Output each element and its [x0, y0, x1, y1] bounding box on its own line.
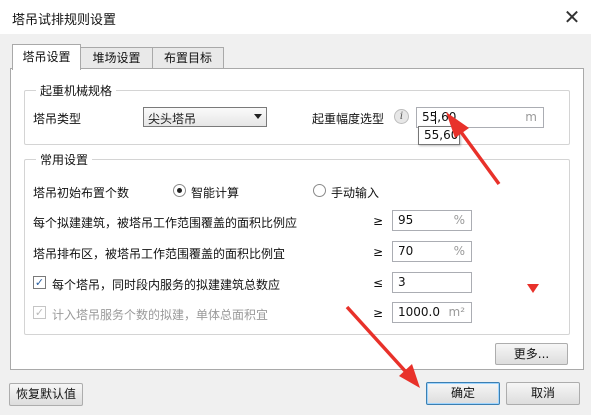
crane-type-select[interactable]: 尖头塔吊 — [143, 107, 267, 127]
unit-area-input[interactable]: 1000.0 m² — [392, 302, 472, 323]
area-coverage-unit: % — [453, 244, 465, 258]
serve-count-op: ≤ — [373, 276, 384, 290]
radio-manual-input-label[interactable]: 手动输入 — [331, 184, 379, 201]
area-coverage-input[interactable]: 70 % — [392, 241, 472, 262]
serve-count-value: 3 — [398, 275, 406, 289]
crane-type-label: 塔吊类型 — [33, 112, 82, 126]
range-value: 55,60 — [422, 110, 457, 124]
building-coverage-input[interactable]: 95 % — [392, 210, 472, 231]
tab-tower-crane-settings[interactable]: 塔吊设置 — [12, 44, 81, 70]
cancel-button[interactable]: 取消 — [506, 382, 580, 405]
building-coverage-label: 每个拟建建筑，被塔吊工作范围覆盖的面积比例应 — [33, 216, 298, 230]
serve-count-input[interactable]: 3 — [392, 272, 472, 293]
area-coverage-value: 70 — [398, 244, 414, 258]
text-cursor — [435, 111, 436, 124]
unit-area-value: 1000.0 — [398, 305, 440, 319]
radio-smart-calc-label[interactable]: 智能计算 — [191, 184, 239, 201]
crane-type-value: 尖头塔吊 — [148, 112, 197, 126]
common-settings-legend: 常用设置 — [36, 151, 93, 168]
range-unit: m — [525, 110, 537, 124]
area-coverage-label: 塔吊排布区，被塔吊工作范围覆盖的面积比例宜 — [33, 247, 286, 261]
unit-area-label: 计入塔吊服务个数的拟建，单体总面积宜 — [52, 308, 269, 322]
window-title: 塔吊试排规则设置 — [12, 13, 117, 28]
crane-spec-legend: 起重机械规格 — [36, 82, 117, 99]
range-label: 起重幅度选型 — [312, 112, 385, 126]
tab-layout-target[interactable]: 布置目标 — [152, 47, 224, 69]
ok-button[interactable]: 确定 — [426, 382, 500, 405]
radio-smart-calc[interactable] — [173, 184, 186, 197]
initial-count-label: 塔吊初始布置个数 — [33, 186, 130, 200]
close-icon[interactable]: ✕ — [561, 6, 583, 28]
unit-area-op: ≥ — [373, 306, 384, 320]
building-coverage-unit: % — [453, 213, 465, 227]
unit-area-checkbox[interactable]: ✓ — [33, 306, 46, 319]
range-suggestion-dropdown[interactable]: 55,60 — [418, 126, 460, 145]
chevron-down-icon — [254, 114, 262, 119]
restore-defaults-button[interactable]: 恢复默认值 — [9, 383, 83, 406]
radio-manual-input[interactable] — [313, 184, 326, 197]
radio-selected-dot — [177, 188, 182, 193]
serve-count-label: 每个塔吊，同时段内服务的拟建建筑总数应 — [52, 278, 281, 292]
building-coverage-op: ≥ — [373, 214, 384, 228]
serve-count-checkbox[interactable]: ✓ — [33, 276, 46, 289]
range-suggestion-item[interactable]: 55,60 — [424, 128, 458, 142]
area-coverage-op: ≥ — [373, 245, 384, 259]
unit-area-unit: m² — [448, 305, 466, 319]
building-coverage-value: 95 — [398, 213, 414, 227]
range-input[interactable]: 55,60 m — [416, 107, 544, 128]
tab-yard-settings[interactable]: 堆场设置 — [80, 47, 153, 69]
info-icon[interactable]: i — [394, 109, 409, 124]
more-button[interactable]: 更多... — [495, 343, 568, 365]
